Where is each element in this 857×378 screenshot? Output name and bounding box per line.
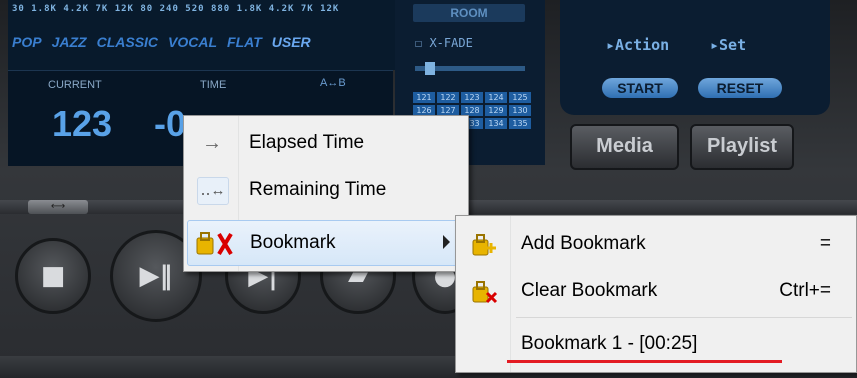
menu-item-label: Add Bookmark [521,233,646,254]
xfade-label: X-FADE [429,36,473,50]
checkbox-icon: ☐ [415,36,430,50]
track-number[interactable]: 121 [413,92,435,103]
menu-item-label: Bookmark [250,232,336,253]
equalizer-panel: 30 1.8K 4.2K 7K 12K 80 240 520 880 1.8K … [8,0,402,70]
action-panel: ▸Action ▸Set START RESET [560,0,830,115]
menu-item-clear-bookmark[interactable]: Clear Bookmark Ctrl+= [459,269,853,313]
seek-thumb[interactable]: ⟷ [28,200,88,214]
menu-item-label: Remaining Time [249,179,387,200]
arrow-right-icon: → [202,132,222,154]
left-right-arrow-icon: ⟷ [50,201,66,212]
track-number[interactable]: 125 [509,92,531,103]
preset-user[interactable]: USER [272,34,311,56]
preset-jazz[interactable]: JAZZ [52,34,87,56]
preset-pop[interactable]: POP [12,34,42,56]
track-number[interactable]: 124 [485,92,507,103]
shortcut-label: = [819,233,831,254]
preset-vocal[interactable]: VOCAL [168,34,217,56]
xfade-checkbox[interactable]: ☐ X-FADE [415,36,473,50]
menu-item-elapsed-time[interactable]: → Elapsed Time [187,121,465,165]
eq-preset-row: POP JAZZ CLASSIC VOCAL FLAT USER [12,34,311,56]
menu-item-label: Clear Bookmark [521,280,658,301]
bookmark-icon [194,230,238,256]
track-number[interactable]: 129 [485,105,507,116]
current-label: CURRENT [48,79,102,91]
track-number[interactable]: 122 [437,92,459,103]
start-button[interactable]: START [602,78,678,98]
reset-button[interactable]: RESET [698,78,782,98]
preset-classic[interactable]: CLASSIC [97,34,158,56]
menu-item-label: Bookmark 1 - [00:25] [521,333,698,354]
track-number[interactable]: 130 [509,105,531,116]
preset-flat[interactable]: FLAT [227,34,262,56]
media-button[interactable]: Media [570,124,679,170]
track-number[interactable]: 123 [461,92,483,103]
ab-repeat-button[interactable]: A↔B [320,77,346,89]
time-value[interactable]: -0 [154,103,186,145]
menu-separator [516,317,852,318]
submenu-arrow-icon [443,235,450,249]
play-pause-icon: ▶‖ [139,261,173,291]
track-number[interactable]: 134 [485,118,507,129]
time-context-menu: → Elapsed Time ‥↔ Remaining Time Bookmar… [183,115,469,272]
action-button[interactable]: ▸Action [606,36,669,54]
eq-frequency-labels: 30 1.8K 4.2K 7K 12K 80 240 520 880 1.8K … [12,4,340,14]
remaining-time-icon: ‥↔ [197,177,229,205]
room-select[interactable]: ROOM [413,4,525,22]
menu-item-remaining-time[interactable]: ‥↔ Remaining Time [187,168,465,212]
red-underline-annotation [507,360,782,363]
menu-item-add-bookmark[interactable]: Add Bookmark = [459,222,853,266]
set-button[interactable]: ▸Set [710,36,746,54]
time-label: TIME [200,79,227,91]
xfade-slider-thumb[interactable] [425,62,435,75]
stop-icon: ■ [40,261,66,291]
current-track-number: 123 [52,103,113,144]
clear-bookmark-icon [469,278,499,304]
add-bookmark-icon [469,231,499,257]
playlist-button[interactable]: Playlist [690,124,794,170]
menu-item-label: Elapsed Time [249,132,365,153]
track-number[interactable]: 135 [509,118,531,129]
shortcut-label: Ctrl+= [779,280,831,301]
menu-item-bookmark[interactable]: Bookmark [187,220,465,266]
bookmark-submenu: Add Bookmark = Clear Bookmark Ctrl+= Boo… [455,215,857,373]
stop-button[interactable]: ■ [15,238,91,314]
